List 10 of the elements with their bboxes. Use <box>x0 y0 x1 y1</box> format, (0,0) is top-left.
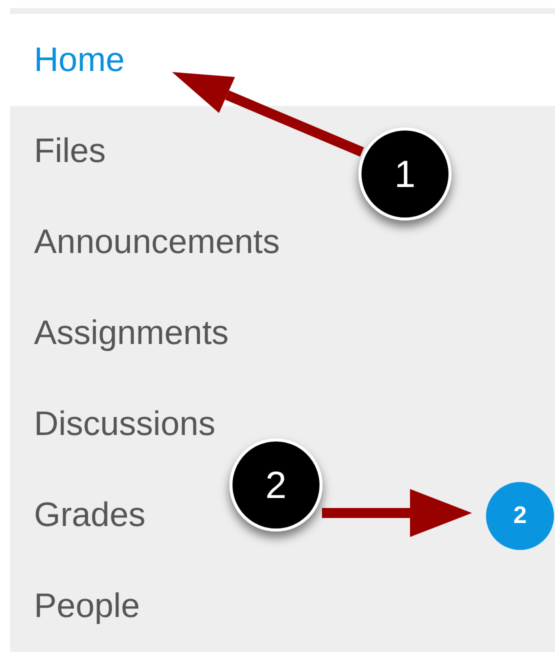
nav-link[interactable]: Grades <box>34 496 146 535</box>
nav-link[interactable]: Files <box>34 132 106 171</box>
step-marker: 2 <box>230 438 322 532</box>
nav-link[interactable]: People <box>34 587 140 626</box>
step-marker: 1 <box>358 128 452 220</box>
nav-link[interactable]: Discussions <box>34 405 216 444</box>
nav-link[interactable]: Announcements <box>34 223 280 262</box>
count-badge: 2 <box>486 482 554 550</box>
nav-link[interactable]: Assignments <box>34 314 229 353</box>
nav-link[interactable]: Home <box>34 40 125 80</box>
